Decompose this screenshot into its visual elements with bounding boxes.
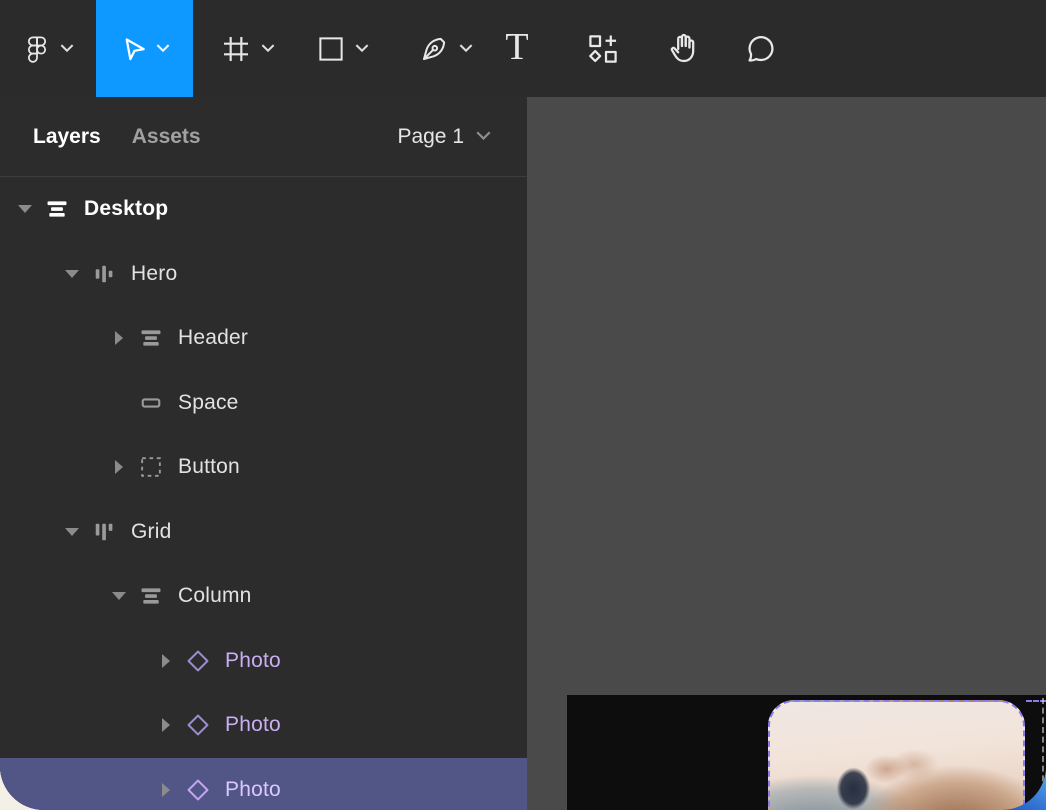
chevron-expanded-icon[interactable] — [10, 194, 40, 224]
chevron-collapsed-icon[interactable] — [151, 646, 181, 676]
layer-label: Header — [178, 326, 249, 350]
chevron-down-icon — [261, 44, 275, 53]
speech-bubble-icon — [743, 31, 779, 67]
panel-header: Layers Assets Page 1 — [0, 97, 527, 177]
text-tool-button[interactable]: T — [492, 0, 542, 97]
comment-tool-button[interactable] — [728, 0, 794, 97]
chevron-down-icon — [355, 44, 369, 53]
chevron-collapsed-icon[interactable] — [151, 775, 181, 805]
autolayout-rows-icon — [134, 323, 168, 353]
cursor-icon — [119, 35, 147, 63]
instance-diamond-icon — [181, 775, 215, 805]
layer-row-hero[interactable]: Hero — [0, 242, 527, 307]
text-T-icon: T — [505, 25, 529, 68]
layers-panel: Layers Assets Page 1 Desktop Hero Header Sp… — [0, 97, 527, 810]
resources-tool-button[interactable] — [570, 0, 636, 97]
layer-label: Photo — [225, 648, 281, 672]
layer-row-button[interactable]: Button — [0, 435, 527, 500]
layer-label: Column — [178, 584, 252, 608]
autolayout-cols-top-icon — [87, 517, 121, 547]
tab-layers[interactable]: Layers — [33, 125, 101, 149]
instance-diamond-icon — [181, 646, 215, 676]
shapes-plus-icon — [585, 31, 621, 67]
pen-nib-icon — [418, 33, 450, 65]
frame-grid-icon — [220, 33, 252, 65]
frame-dashed-icon — [134, 452, 168, 482]
chevron-down-icon — [60, 44, 74, 53]
move-tool-button[interactable] — [96, 0, 193, 97]
chevron-down-icon — [156, 44, 170, 53]
figma-window: T Layers Assets Page 1 Desktop Hero Head… — [0, 0, 1046, 810]
chevron-collapsed-icon[interactable] — [104, 452, 134, 482]
canvas[interactable] — [527, 97, 1046, 810]
shape-tool-button[interactable] — [300, 0, 385, 97]
layer-row-desktop[interactable]: Desktop — [0, 177, 527, 242]
layer-row-header[interactable]: Header — [0, 306, 527, 371]
selection-outline-vertical — [1042, 698, 1044, 810]
toolbar: T — [0, 0, 1046, 97]
pen-tool-button[interactable] — [405, 0, 485, 97]
layer-label: Button — [178, 455, 240, 479]
layer-row-photo[interactable]: Photo — [0, 693, 527, 758]
chevron-expanded-icon[interactable] — [57, 517, 87, 547]
figma-logo-icon — [23, 30, 51, 68]
chevron-expanded-icon[interactable] — [57, 259, 87, 289]
layer-label: Space — [178, 390, 239, 414]
layer-label: Hero — [131, 261, 178, 285]
layer-row-space[interactable]: Space — [0, 371, 527, 436]
page-selector[interactable]: Page 1 — [397, 125, 491, 149]
layer-row-column[interactable]: Column — [0, 564, 527, 629]
autolayout-cols-center-icon — [87, 259, 121, 289]
spacer-rect-icon — [134, 388, 168, 418]
hand-icon — [665, 31, 701, 67]
layer-row-photo[interactable]: Photo — [0, 629, 527, 694]
hand-tool-button[interactable] — [650, 0, 716, 97]
chevron-collapsed-icon[interactable] — [104, 323, 134, 353]
layer-label: Photo — [225, 777, 281, 801]
autolayout-rows-icon — [134, 581, 168, 611]
layer-row-grid[interactable]: Grid — [0, 500, 527, 565]
chevron-down-icon — [459, 44, 473, 53]
selected-photo-instance[interactable] — [768, 700, 1025, 810]
chevron-down-icon — [476, 128, 491, 146]
chevron-collapsed-icon[interactable] — [151, 710, 181, 740]
main-menu-button[interactable] — [8, 0, 88, 97]
layer-label: Desktop — [84, 197, 169, 221]
layer-row-photo[interactable]: Photo — [0, 757, 527, 810]
layer-label: Grid — [131, 519, 172, 543]
frame-tool-button[interactable] — [205, 0, 290, 97]
layer-tree: Desktop Hero Header Space Button Grid Column Ph… — [0, 177, 527, 810]
tab-assets[interactable]: Assets — [132, 125, 201, 149]
instance-diamond-icon — [181, 710, 215, 740]
layer-label: Photo — [225, 713, 281, 737]
chevron-expanded-icon[interactable] — [104, 581, 134, 611]
rectangle-icon — [316, 34, 346, 64]
page-selector-label: Page 1 — [397, 124, 464, 148]
autolayout-rows-icon — [40, 194, 74, 224]
